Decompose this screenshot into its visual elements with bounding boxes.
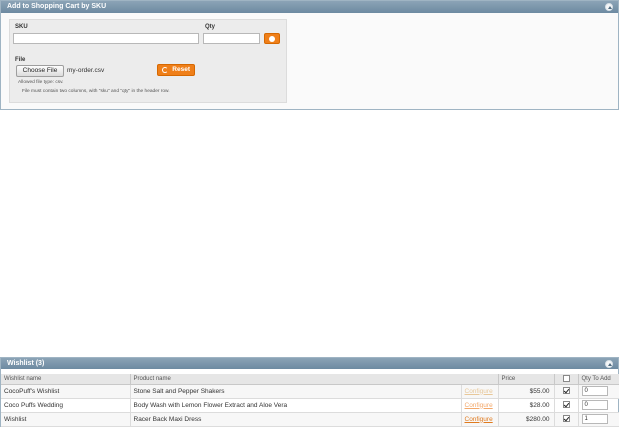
reset-label: Reset	[172, 66, 190, 73]
col-price[interactable]: Price	[498, 374, 555, 385]
table-row: Wishlist Racer Back Maxi Dress Configure…	[1, 412, 619, 427]
configure-link[interactable]: Configure	[465, 388, 493, 395]
product-name-cell: Stone Salt and Pepper Shakers	[130, 384, 462, 399]
qty-input[interactable]	[203, 33, 260, 44]
sku-label: SKU	[15, 24, 28, 30]
row-checkbox[interactable]	[562, 401, 570, 409]
chevron-up-icon[interactable]	[605, 3, 613, 11]
col-wishlist-name[interactable]: Wishlist name	[1, 374, 131, 385]
price-cell: $28.00	[498, 398, 555, 413]
row-checkbox[interactable]	[562, 415, 570, 423]
configure-link[interactable]: Configure	[465, 402, 493, 409]
wishlist-name-cell: Wishlist	[1, 412, 131, 427]
wishlist-name-cell: CocoPuff's Wishlist	[1, 384, 131, 399]
sku-input[interactable]	[13, 33, 199, 44]
add-row-button[interactable]	[264, 33, 280, 44]
select-all-checkbox[interactable]	[562, 375, 570, 383]
chevron-up-icon[interactable]	[605, 360, 613, 368]
wishlist-name-cell: Coco Puffs Wedding	[1, 398, 131, 413]
price-cell: $280.00	[498, 412, 555, 427]
sku-form: SKU Qty File Choose File my-order.csv Re…	[9, 19, 287, 103]
allowed-file-note: Allowed file type: csv.	[18, 80, 64, 85]
product-name-cell: Body Wash with Lemon Flower Extract and …	[130, 398, 462, 413]
wishlist-panel: Wishlist (3) Wishlist name Product name …	[0, 357, 619, 427]
table-row: CocoPuff's Wishlist Stone Salt and Peppe…	[1, 384, 619, 399]
wishlist-panel-header[interactable]: Wishlist (3)	[1, 358, 618, 369]
selected-file-name: my-order.csv	[67, 67, 105, 74]
configure-link[interactable]: Configure	[465, 416, 493, 423]
sku-panel-header[interactable]: Add to Shopping Cart by SKU	[1, 1, 618, 13]
qty-to-add-input[interactable]: 0	[581, 400, 608, 410]
sku-panel-title: Add to Shopping Cart by SKU	[7, 3, 107, 10]
wishlist-table: Wishlist name Product name Price Qty To …	[1, 374, 619, 427]
file-format-note: File must contain two columns, with "sku…	[22, 89, 170, 94]
qty-to-add-input[interactable]: 0	[581, 386, 608, 396]
reset-button[interactable]: Reset	[157, 64, 195, 76]
col-product-name[interactable]: Product name	[130, 374, 499, 385]
reset-icon	[162, 67, 168, 73]
col-select-all[interactable]	[554, 374, 579, 385]
file-label: File	[15, 57, 26, 63]
product-name-cell: Racer Back Maxi Dress	[130, 412, 462, 427]
col-qty-to-add[interactable]: Qty To Add	[578, 374, 619, 385]
price-cell: $55.00	[498, 384, 555, 399]
wishlist-panel-title: Wishlist (3)	[7, 360, 45, 367]
table-row: Coco Puffs Wedding Body Wash with Lemon …	[1, 398, 619, 413]
add-by-sku-panel: Add to Shopping Cart by SKU SKU Qty File…	[0, 0, 619, 110]
row-checkbox[interactable]	[562, 387, 570, 395]
qty-to-add-input[interactable]: 1	[581, 414, 608, 424]
qty-label: Qty	[205, 24, 216, 30]
choose-file-button[interactable]: Choose File	[16, 65, 64, 77]
